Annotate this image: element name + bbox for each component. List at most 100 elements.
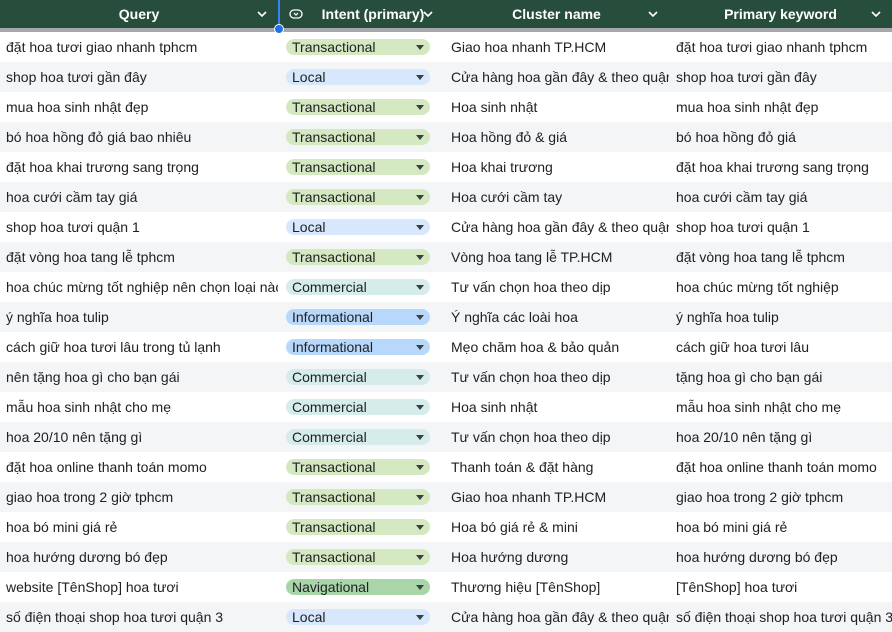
cluster-cell[interactable]: Thương hiệu [TênShop] [444,579,669,595]
intent-dropdown-chip[interactable]: Commercial [286,369,430,385]
intent-cell[interactable]: Transactional [278,99,444,115]
dropdown-arrow-icon[interactable] [416,224,424,230]
cluster-cell[interactable]: Hoa khai trương [444,159,669,175]
query-cell[interactable]: ý nghĩa hoa tulip [0,309,278,325]
chevron-down-icon[interactable] [422,8,434,20]
dropdown-arrow-icon[interactable] [416,134,424,140]
intent-dropdown-chip[interactable]: Transactional [286,249,430,265]
dropdown-arrow-icon[interactable] [416,104,424,110]
intent-dropdown-chip[interactable]: Local [286,219,430,235]
query-cell[interactable]: hoa cưới cầm tay giá [0,189,278,205]
intent-cell[interactable]: Transactional [278,189,444,205]
query-cell[interactable]: hoa 20/10 nên tặng gì [0,429,278,445]
intent-dropdown-chip[interactable]: Transactional [286,189,430,205]
keyword-cell[interactable]: shop hoa tươi quận 1 [669,219,892,235]
header-query[interactable]: Query [0,0,278,28]
dropdown-arrow-icon[interactable] [416,434,424,440]
cluster-cell[interactable]: Tư vấn chọn hoa theo dịp [444,429,669,445]
intent-cell[interactable]: Transactional [278,459,444,475]
keyword-cell[interactable]: [TênShop] hoa tươi [669,579,892,595]
dropdown-arrow-icon[interactable] [416,524,424,530]
dropdown-arrow-icon[interactable] [416,254,424,260]
dropdown-arrow-icon[interactable] [416,344,424,350]
keyword-cell[interactable]: đặt hoa online thanh toán momo [669,459,892,475]
intent-cell[interactable]: Informational [278,309,444,325]
keyword-cell[interactable]: cách giữ hoa tươi lâu [669,339,892,355]
intent-dropdown-chip[interactable]: Transactional [286,99,430,115]
intent-dropdown-chip[interactable]: Transactional [286,459,430,475]
cluster-cell[interactable]: Mẹo chăm hoa & bảo quản [444,339,669,355]
keyword-cell[interactable]: bó hoa hồng đỏ giá [669,129,892,145]
dropdown-arrow-icon[interactable] [416,44,424,50]
column-resize-handle[interactable] [274,24,284,34]
intent-dropdown-chip[interactable]: Local [286,69,430,85]
header-cluster[interactable]: Cluster name [444,0,669,28]
query-cell[interactable]: shop hoa tươi quận 1 [0,219,278,235]
cluster-cell[interactable]: Cửa hàng hoa gần đây & theo quận [444,69,669,85]
keyword-cell[interactable]: shop hoa tươi gần đây [669,69,892,85]
intent-cell[interactable]: Transactional [278,39,444,55]
query-cell[interactable]: giao hoa trong 2 giờ tphcm [0,489,278,505]
dropdown-arrow-icon[interactable] [416,314,424,320]
cluster-cell[interactable]: Hoa hướng dương [444,549,669,565]
query-cell[interactable]: đặt hoa khai trương sang trọng [0,159,278,175]
dropdown-arrow-icon[interactable] [416,404,424,410]
intent-cell[interactable]: Informational [278,339,444,355]
query-cell[interactable]: đặt hoa online thanh toán momo [0,459,278,475]
query-cell[interactable]: website [TênShop] hoa tươi [0,579,278,595]
dropdown-arrow-icon[interactable] [416,554,424,560]
keyword-cell[interactable]: đặt hoa khai trương sang trọng [669,159,892,175]
intent-dropdown-chip[interactable]: Local [286,609,430,625]
intent-cell[interactable]: Local [278,219,444,235]
intent-dropdown-chip[interactable]: Navigational [286,579,430,595]
dropdown-arrow-icon[interactable] [416,464,424,470]
keyword-cell[interactable]: mẫu hoa sinh nhật cho mẹ [669,399,892,415]
query-cell[interactable]: đặt hoa tươi giao nhanh tphcm [0,39,278,55]
cluster-cell[interactable]: Hoa cưới cầm tay [444,189,669,205]
keyword-cell[interactable]: hoa 20/10 nên tặng gì [669,429,892,445]
intent-dropdown-chip[interactable]: Commercial [286,279,430,295]
cluster-cell[interactable]: Hoa sinh nhật [444,399,669,415]
query-cell[interactable]: bó hoa hồng đỏ giá bao nhiêu [0,129,278,145]
cluster-cell[interactable]: Vòng hoa tang lễ TP.HCM [444,249,669,265]
cluster-cell[interactable]: Giao hoa nhanh TP.HCM [444,489,669,505]
intent-cell[interactable]: Commercial [278,279,444,295]
intent-cell[interactable]: Navigational [278,579,444,595]
intent-dropdown-chip[interactable]: Transactional [286,159,430,175]
intent-cell[interactable]: Local [278,609,444,625]
intent-dropdown-chip[interactable]: Commercial [286,429,430,445]
intent-dropdown-chip[interactable]: Transactional [286,129,430,145]
intent-cell[interactable]: Transactional [278,519,444,535]
query-cell[interactable]: hoa hướng dương bó đẹp [0,549,278,565]
keyword-cell[interactable]: tặng hoa gì cho bạn gái [669,369,892,385]
dropdown-arrow-icon[interactable] [416,194,424,200]
intent-dropdown-chip[interactable]: Transactional [286,549,430,565]
chevron-down-icon[interactable] [256,8,268,20]
query-cell[interactable]: mẫu hoa sinh nhật cho mẹ [0,399,278,415]
keyword-cell[interactable]: mua hoa sinh nhật đẹp [669,99,892,115]
intent-dropdown-chip[interactable]: Transactional [286,489,430,505]
intent-dropdown-chip[interactable]: Informational [286,339,430,355]
query-cell[interactable]: đặt vòng hoa tang lễ tphcm [0,249,278,265]
intent-cell[interactable]: Commercial [278,429,444,445]
intent-cell[interactable]: Transactional [278,549,444,565]
keyword-cell[interactable]: hoa bó mini giá rẻ [669,519,892,535]
cluster-cell[interactable]: Thanh toán & đặt hàng [444,459,669,475]
dropdown-arrow-icon[interactable] [416,164,424,170]
cluster-cell[interactable]: Tư vấn chọn hoa theo dịp [444,279,669,295]
keyword-cell[interactable]: đặt hoa tươi giao nhanh tphcm [669,39,892,55]
query-cell[interactable]: cách giữ hoa tươi lâu trong tủ lạnh [0,339,278,355]
dropdown-arrow-icon[interactable] [416,284,424,290]
dropdown-arrow-icon[interactable] [416,614,424,620]
query-cell[interactable]: hoa chúc mừng tốt nghiệp nên chọn loại n… [0,279,278,295]
intent-cell[interactable]: Commercial [278,399,444,415]
intent-dropdown-chip[interactable]: Transactional [286,519,430,535]
chevron-down-icon[interactable] [647,8,659,20]
header-intent[interactable]: Intent (primary) [278,0,444,28]
cluster-cell[interactable]: Giao hoa nhanh TP.HCM [444,39,669,55]
intent-cell[interactable]: Transactional [278,249,444,265]
intent-dropdown-chip[interactable]: Transactional [286,39,430,55]
dropdown-arrow-icon[interactable] [416,74,424,80]
intent-dropdown-chip[interactable]: Commercial [286,399,430,415]
intent-cell[interactable]: Transactional [278,159,444,175]
